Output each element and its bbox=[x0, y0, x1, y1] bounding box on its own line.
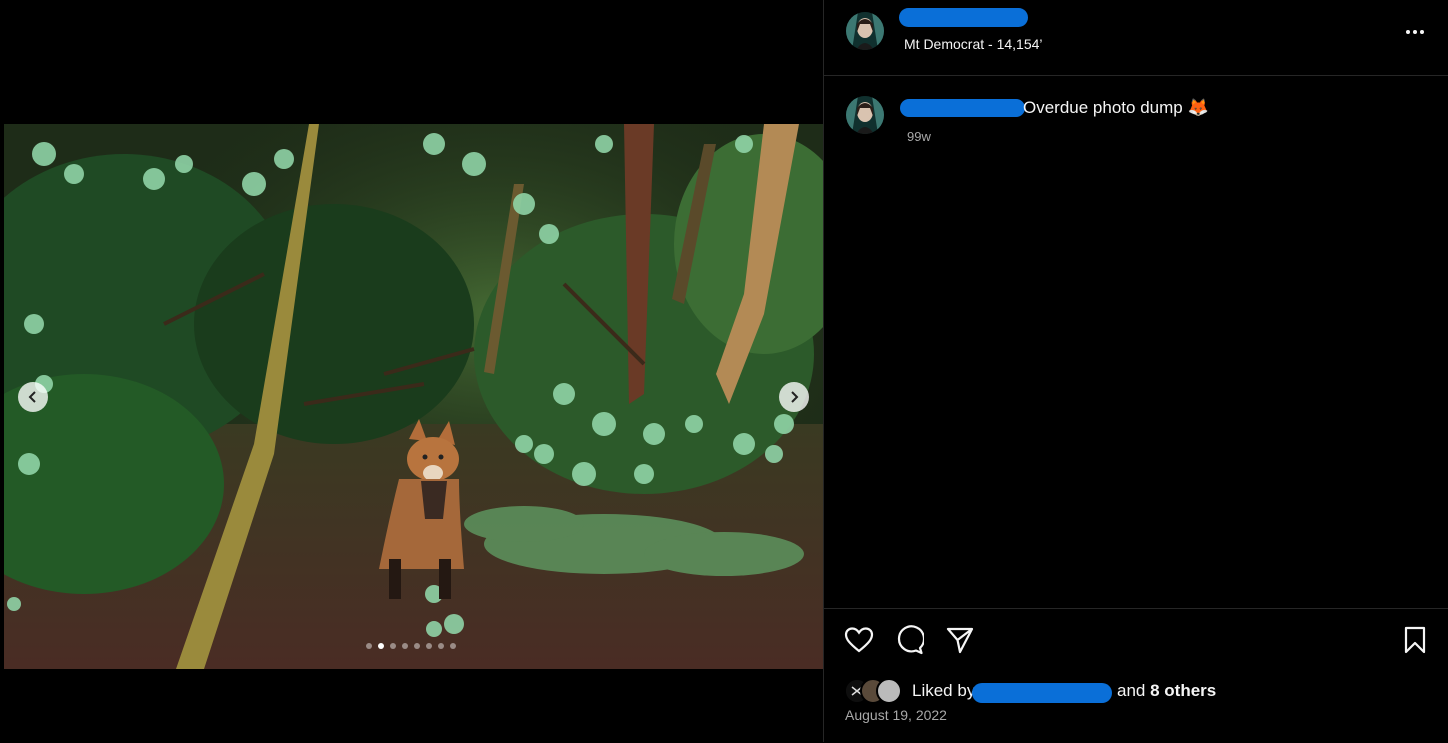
fox-emoji: 🦊 bbox=[1187, 98, 1209, 117]
like-button[interactable] bbox=[844, 625, 874, 655]
post-details-panel: Mt Democrat - 14,154’ Overdue photo dump… bbox=[823, 0, 1448, 742]
more-horizontal-icon bbox=[1406, 30, 1424, 34]
fox-forest-photo bbox=[4, 124, 823, 669]
caption-body: Overdue photo dump bbox=[1023, 98, 1183, 117]
post-location[interactable]: Mt Democrat - 14,154’ bbox=[904, 36, 1043, 52]
author-avatar[interactable] bbox=[846, 12, 884, 50]
carousel-dot bbox=[450, 643, 456, 649]
liked-by-others[interactable]: and 8 others bbox=[1117, 681, 1216, 701]
post-date: August 19, 2022 bbox=[845, 707, 947, 723]
liked-by-label: Liked by bbox=[912, 681, 976, 700]
caption-author-avatar[interactable] bbox=[846, 96, 884, 134]
author-avatar-image bbox=[846, 12, 884, 50]
carousel-dot bbox=[366, 643, 372, 649]
post-header: Mt Democrat - 14,154’ bbox=[824, 0, 1448, 76]
post-photo[interactable] bbox=[4, 124, 823, 669]
caption-author-avatar-image bbox=[846, 96, 884, 134]
caption-text: Overdue photo dump 🦊 bbox=[1023, 98, 1209, 118]
carousel-indicator bbox=[366, 643, 456, 649]
redacted-caption-username bbox=[900, 99, 1025, 117]
send-icon bbox=[946, 627, 974, 654]
liker-avatar[interactable] bbox=[876, 678, 902, 704]
liked-by-and: and bbox=[1117, 681, 1146, 700]
carousel-dot bbox=[438, 643, 444, 649]
post-age[interactable]: 99w bbox=[907, 129, 931, 144]
chevron-left-icon bbox=[28, 391, 36, 403]
carousel-dot bbox=[378, 643, 384, 649]
carousel-dot bbox=[414, 643, 420, 649]
carousel-dot bbox=[426, 643, 432, 649]
comment-icon bbox=[897, 625, 926, 655]
next-slide-button[interactable] bbox=[779, 382, 809, 412]
more-options-button[interactable] bbox=[1403, 20, 1427, 44]
carousel-dot bbox=[390, 643, 396, 649]
comment-button[interactable] bbox=[894, 625, 926, 655]
chevron-right-icon bbox=[791, 391, 799, 403]
heart-icon bbox=[844, 627, 874, 653]
others-count: 8 others bbox=[1150, 681, 1217, 700]
redacted-liker-name bbox=[972, 683, 1112, 703]
likes-summary: Liked by and 8 others bbox=[844, 678, 1444, 704]
carousel-dot bbox=[402, 643, 408, 649]
previous-slide-button[interactable] bbox=[18, 382, 48, 412]
save-button[interactable] bbox=[1400, 625, 1430, 655]
post-media bbox=[0, 0, 823, 742]
redacted-username bbox=[899, 8, 1028, 27]
post-actions: Liked by and 8 others August 19, 2022 bbox=[824, 608, 1448, 743]
bookmark-icon bbox=[1404, 626, 1426, 654]
share-button[interactable] bbox=[945, 625, 975, 655]
